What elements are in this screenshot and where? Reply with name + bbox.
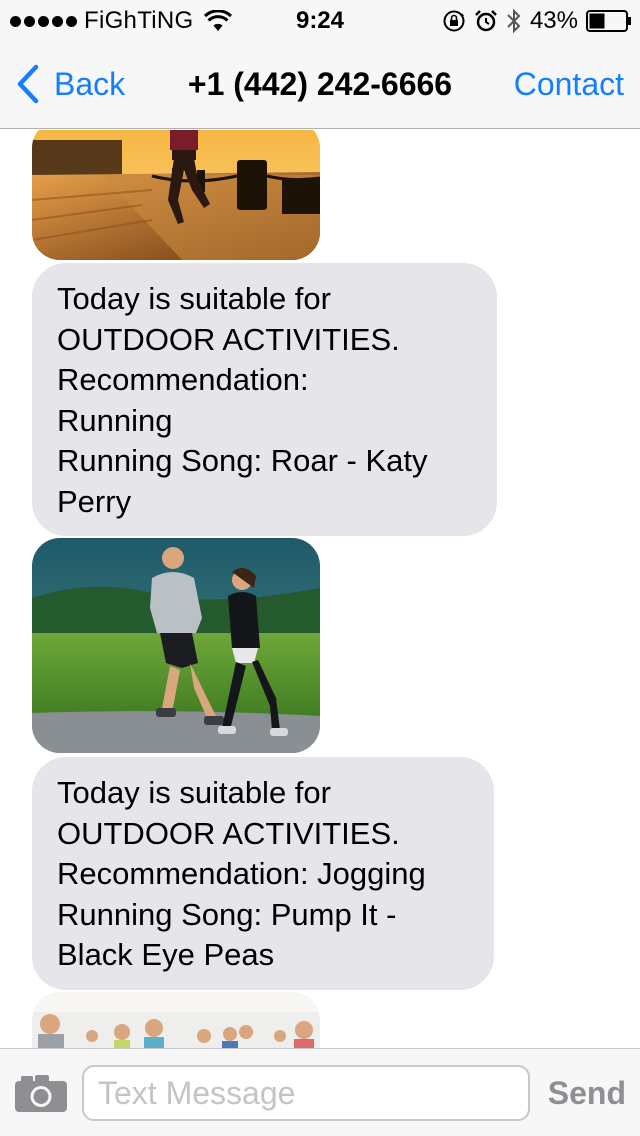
alarm-icon — [475, 10, 497, 32]
status-right: 43% — [442, 6, 632, 36]
orientation-lock-icon — [443, 10, 465, 32]
jogging-couple-photo[interactable] — [32, 538, 320, 753]
contact-button[interactable]: Contact — [514, 62, 624, 106]
send-button[interactable]: Send — [548, 1065, 626, 1121]
back-label: Back — [54, 65, 126, 102]
nav-bar: Back +1 (442) 242-6666 Contact — [0, 40, 640, 129]
message-bubble[interactable]: Today is suitable for OUTDOOR ACTIVITIES… — [32, 757, 494, 990]
conversation-title: +1 (442) 242-6666 — [187, 66, 453, 102]
bluetooth-icon — [507, 8, 521, 34]
status-bar: FiGhTiNG 9:24 43% — [0, 0, 640, 40]
message-bubble[interactable]: Today is suitable for OUTDOOR ACTIVITIES… — [32, 263, 497, 536]
back-button[interactable]: Back — [16, 62, 125, 106]
message-list[interactable]: Today is suitable for OUTDOOR ACTIVITIES… — [0, 130, 640, 1048]
chevron-left-icon — [17, 64, 39, 104]
camera-icon[interactable] — [14, 1073, 68, 1113]
message-text-field[interactable] — [82, 1065, 530, 1121]
group-fitness-photo[interactable] — [32, 992, 320, 1048]
battery-percent: 43% — [529, 7, 578, 34]
battery-icon — [586, 10, 631, 32]
message-input-bar: Send — [0, 1048, 640, 1136]
running-sunset-photo[interactable] — [32, 130, 320, 260]
